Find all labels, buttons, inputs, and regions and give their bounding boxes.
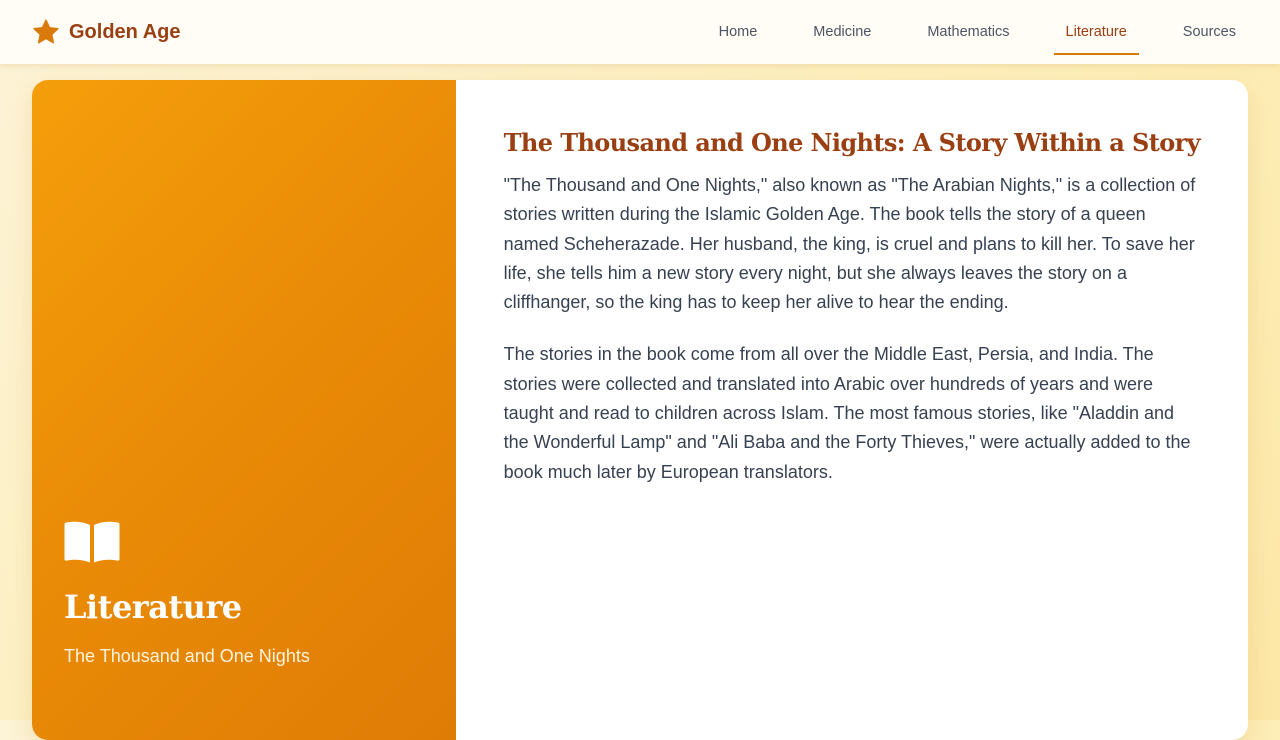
content-card: Literature The Thousand and One Nights T… (32, 80, 1248, 740)
open-book-icon (64, 520, 120, 564)
nav-links: Home Medicine Mathematics Literature Sou… (675, 0, 1248, 64)
hero-panel: Literature The Thousand and One Nights (32, 80, 456, 740)
article-paragraph: "The Thousand and One Nights," also know… (503, 175, 1196, 313)
article: The Thousand and One Nights: A Story Wit… (456, 80, 1248, 740)
article-title: The Thousand and One Nights: A Story Wit… (503, 128, 1201, 157)
article-paragraph: The stories in the book come from all ov… (503, 344, 1191, 482)
top-navbar: Golden Age Home Medicine Mathematics Lit… (0, 0, 1280, 64)
nav-link-medicine[interactable]: Medicine (801, 0, 883, 64)
nav-link-mathematics[interactable]: Mathematics (915, 0, 1021, 64)
nav-link-sources[interactable]: Sources (1171, 0, 1248, 64)
hero-subtitle: The Thousand and One Nights (64, 646, 310, 666)
nav-link-home[interactable]: Home (707, 0, 770, 64)
brand[interactable]: Golden Age (32, 18, 180, 46)
brand-name: Golden Age (69, 20, 181, 43)
nav-link-literature[interactable]: Literature (1053, 0, 1140, 64)
hero-title: Literature (64, 588, 242, 626)
star-icon (32, 18, 60, 46)
